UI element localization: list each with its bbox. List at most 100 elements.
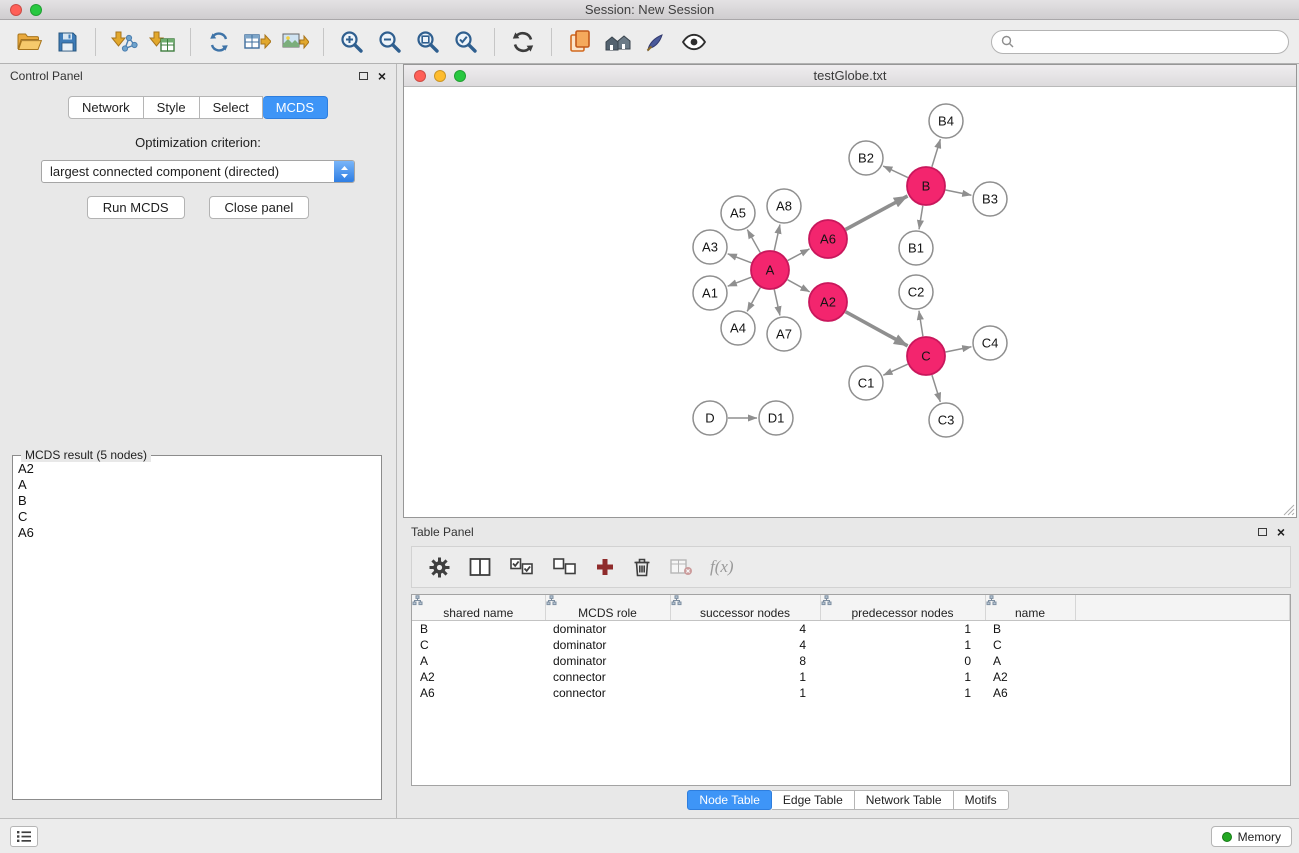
graph-node-A1[interactable]: A1 [693,276,727,310]
table-row[interactable]: A6connector11A6 [412,685,1290,701]
float-panel-icon[interactable] [359,72,368,80]
graph-node-C[interactable]: C [907,337,945,375]
mcds-result-item[interactable]: A [18,477,380,493]
tab-network[interactable]: Network [68,96,144,119]
graph-edge-B-B4[interactable] [932,139,941,167]
graph-node-A8[interactable]: A8 [767,189,801,223]
memory-button[interactable]: Memory [1211,826,1292,847]
graph-edge-A2-C[interactable] [846,312,908,346]
graph-edge-C-C4[interactable] [946,347,972,352]
graph-edge-A-A8[interactable] [774,225,780,251]
graph-edge-A6-B[interactable] [846,196,908,229]
graph-edge-A-A5[interactable] [747,230,760,253]
graph-node-A4[interactable]: A4 [721,311,755,345]
refresh-button[interactable] [504,24,542,60]
graph-node-A[interactable]: A [751,251,789,289]
table-row[interactable]: Adominator80A [412,653,1290,669]
graph-node-A3[interactable]: A3 [693,230,727,264]
tab-network-table[interactable]: Network Table [855,790,954,810]
graph-edge-A-A7[interactable] [774,290,780,316]
annotation-button[interactable] [637,24,675,60]
table-settings-button[interactable] [428,556,451,579]
mcds-result-item[interactable]: A2 [18,461,380,477]
export-image-button[interactable] [276,24,314,60]
graph-node-A5[interactable]: A5 [721,196,755,230]
column-header-successor-nodes[interactable]: successor nodes [670,595,820,621]
column-header-shared-name[interactable]: shared name [412,595,545,621]
mcds-result-item[interactable]: B [18,493,380,509]
graph-node-C4[interactable]: C4 [973,326,1007,360]
search-box[interactable] [991,30,1289,54]
graph-node-B2[interactable]: B2 [849,141,883,175]
graph-node-B4[interactable]: B4 [929,104,963,138]
zoom-window-button[interactable] [30,4,42,16]
select-all-button[interactable] [509,556,535,578]
graph-edge-A-A1[interactable] [728,277,752,286]
close-window-button[interactable] [10,4,22,16]
graph-node-A2[interactable]: A2 [809,283,847,321]
tab-motifs[interactable]: Motifs [954,790,1009,810]
tab-select[interactable]: Select [200,96,263,119]
function-builder-button[interactable]: f(x) [710,557,734,577]
node-table[interactable]: shared name MCDS role successor nodes pr… [411,594,1291,786]
network-graph[interactable]: B4B2BB3A8A5A6A3B1AC2A1A2A4A7C4CC1C3DD1 [404,87,1296,517]
minimize-network-button[interactable] [434,70,446,82]
graph-edge-B-B3[interactable] [946,190,972,195]
network-canvas[interactable]: B4B2BB3A8A5A6A3B1AC2A1A2A4A7C4CC1C3DD1 [404,87,1296,517]
run-mcds-button[interactable]: Run MCDS [87,196,185,219]
mcds-result-item[interactable]: A6 [18,525,380,541]
tab-edge-table[interactable]: Edge Table [772,790,855,810]
table-row[interactable]: A2connector11A2 [412,669,1290,685]
column-header-name[interactable]: name [985,595,1075,621]
tasks-button[interactable] [10,826,38,847]
zoom-fit-button[interactable] [409,24,447,60]
graph-node-D[interactable]: D [693,401,727,435]
mcds-result-item[interactable]: C [18,509,380,525]
tab-mcds[interactable]: MCDS [263,96,328,119]
graph-edge-C-C1[interactable] [883,364,907,375]
import-network-button[interactable] [105,24,143,60]
save-session-button[interactable] [48,24,86,60]
column-header-predecessor-nodes[interactable]: predecessor nodes [820,595,985,621]
zoom-selected-button[interactable] [447,24,485,60]
graph-node-B1[interactable]: B1 [899,231,933,265]
graph-edge-B-B1[interactable] [919,206,923,229]
delete-table-button[interactable] [669,557,693,577]
import-table-button[interactable] [143,24,181,60]
zoom-out-button[interactable] [371,24,409,60]
tab-style[interactable]: Style [144,96,200,119]
export-table-button[interactable] [238,24,276,60]
graph-node-C2[interactable]: C2 [899,275,933,309]
graph-node-B[interactable]: B [907,167,945,205]
show-columns-button[interactable] [468,556,492,578]
layout-button[interactable] [561,24,599,60]
graph-edge-A-A4[interactable] [747,288,760,312]
optimization-criterion-select[interactable]: largest connected component (directed) [41,160,355,183]
graph-node-A7[interactable]: A7 [767,317,801,351]
graph-edge-B-B2[interactable] [883,166,908,178]
table-row[interactable]: Bdominator41B [412,621,1290,638]
close-panel-button[interactable]: Close panel [209,196,310,219]
open-session-button[interactable] [10,24,48,60]
graph-edge-C-C2[interactable] [919,311,923,336]
close-table-panel-icon[interactable]: × [1277,527,1285,537]
column-header-mcds-role[interactable]: MCDS role [545,595,670,621]
graph-node-C1[interactable]: C1 [849,366,883,400]
search-input[interactable] [1020,35,1279,49]
add-column-button[interactable] [595,557,615,577]
deselect-all-button[interactable] [552,556,578,578]
delete-column-button[interactable] [632,556,652,578]
close-network-button[interactable] [414,70,426,82]
graph-node-C3[interactable]: C3 [929,403,963,437]
zoom-network-button[interactable] [454,70,466,82]
tab-node-table[interactable]: Node Table [687,790,772,810]
graph-node-A6[interactable]: A6 [809,220,847,258]
resize-handle-icon[interactable] [1282,503,1295,516]
close-panel-icon[interactable]: × [378,71,386,81]
graph-edge-A-A2[interactable] [788,280,810,292]
zoom-in-button[interactable] [333,24,371,60]
home-button[interactable] [599,24,637,60]
graph-edge-C-C3[interactable] [932,375,940,402]
graphics-details-button[interactable] [675,24,713,60]
graph-node-D1[interactable]: D1 [759,401,793,435]
